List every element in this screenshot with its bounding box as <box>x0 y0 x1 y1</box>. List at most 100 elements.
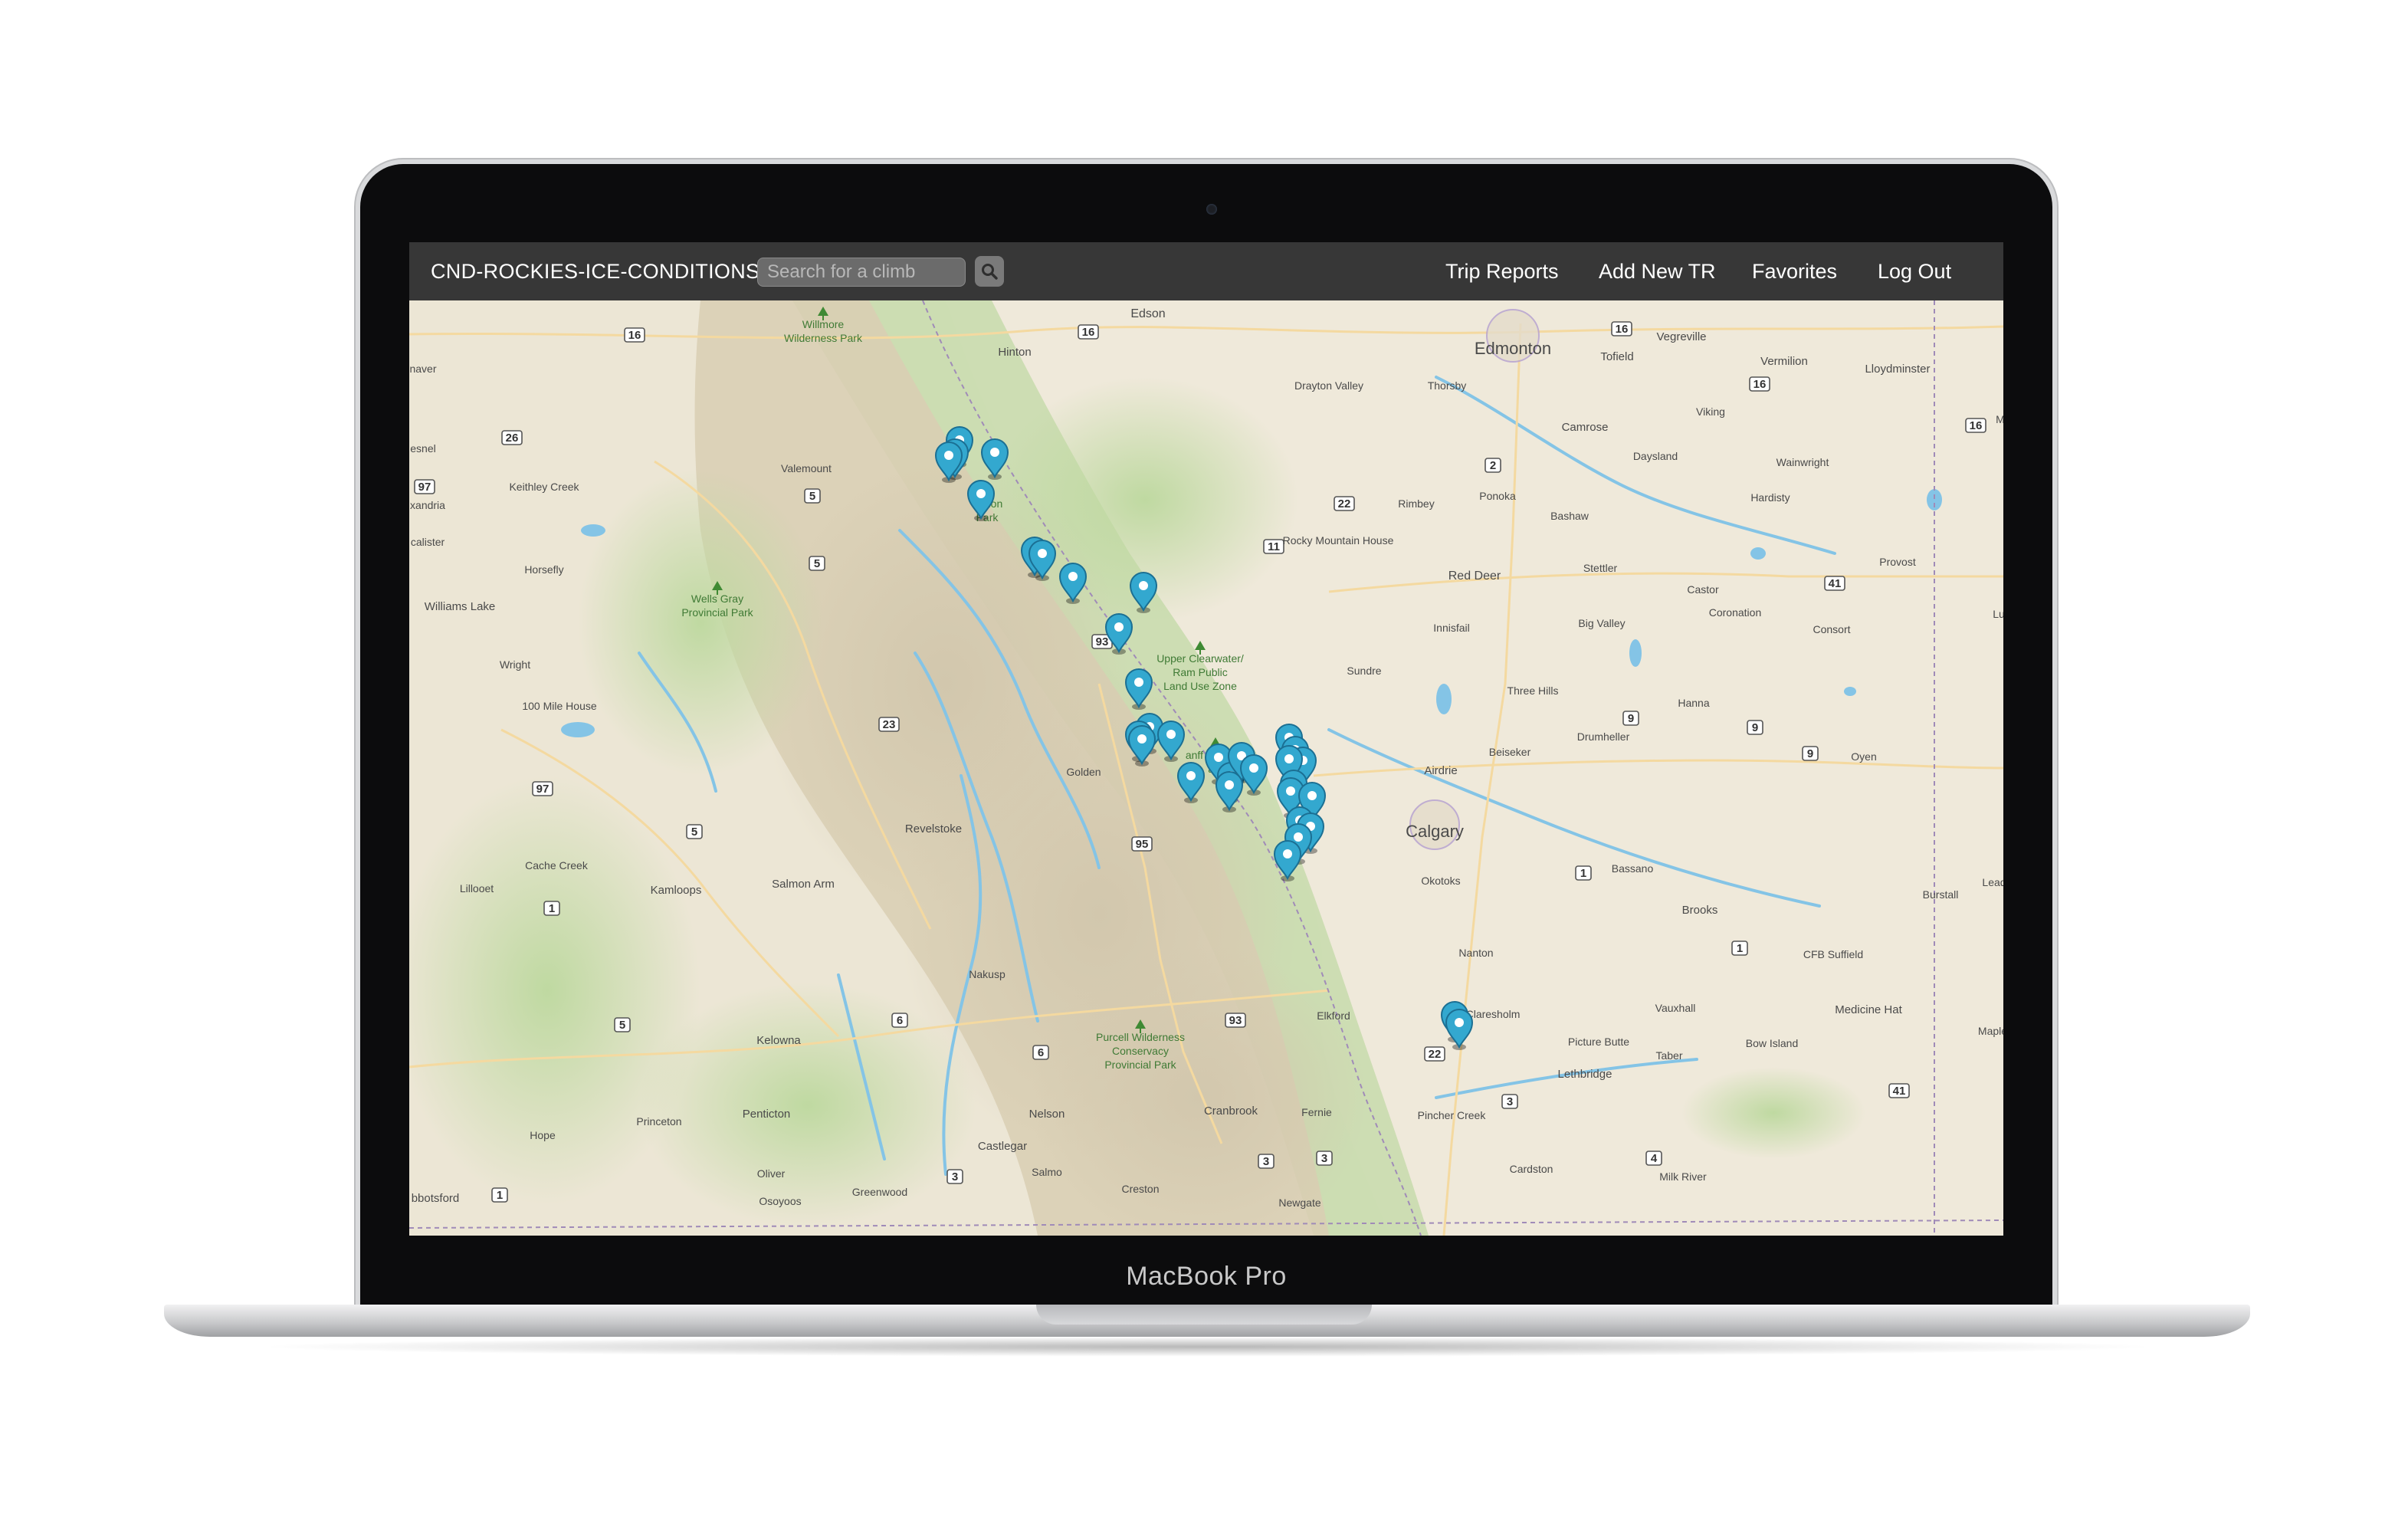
park-label-purcell: Provincial Park <box>1104 1059 1176 1071</box>
place-label-pincher-creek: Pincher Creek <box>1418 1109 1487 1121</box>
place-label-wright: Wright <box>500 658 530 671</box>
highway-number: 9 <box>1752 721 1758 734</box>
highway-number: 4 <box>1651 1152 1658 1165</box>
place-label-provost: Provost <box>1879 556 1916 568</box>
search-icon <box>982 264 998 280</box>
place-label-rimbey: Rimbey <box>1398 497 1434 510</box>
highway-number: 1 <box>549 902 555 915</box>
park-label-clearwater: Upper Clearwater/ <box>1156 652 1244 665</box>
place-label-bassano: Bassano <box>1612 862 1654 875</box>
place-label-golden: Golden <box>1066 766 1101 778</box>
place-label-rocky-mountain-house: Rocky Mountain House <box>1283 534 1394 547</box>
place-label-sundre: Sundre <box>1347 665 1381 677</box>
place-label-horsefly: Horsefly <box>524 563 563 576</box>
place-label-picture-butte: Picture Butte <box>1568 1036 1629 1048</box>
place-label-newgate: Newgate <box>1278 1197 1320 1209</box>
map-canvas[interactable]: 16 16 16 16 16 26 97 5 5 2 22 11 41 93 23 9 9 9 97 5 95 1 1 1 6 6… <box>409 300 2003 1236</box>
highway-number: 16 <box>628 329 641 342</box>
place-label-maple: Maple <box>1978 1025 2003 1037</box>
place-label-esnel: esnel <box>410 442 435 455</box>
place-label-naver: naver <box>409 363 436 375</box>
highway-number: 2 <box>1490 459 1496 472</box>
highway-number: 95 <box>1136 838 1149 851</box>
laptop-notch <box>1036 1305 1372 1325</box>
nav-favorites[interactable]: Favorites <box>1752 242 1837 300</box>
search-input[interactable] <box>757 258 966 287</box>
place-label-salmo: Salmo <box>1032 1166 1062 1178</box>
device-brand-label: MacBook Pro <box>1126 1262 1287 1291</box>
place-label-nanton: Nanton <box>1458 947 1493 959</box>
park-label-willmore: Wilderness Park <box>784 332 863 344</box>
place-label-lethbridge: Lethbridge <box>1558 1068 1612 1081</box>
place-label-valemount: Valemount <box>781 462 832 474</box>
place-label-hanna: Hanna <box>1678 697 1709 709</box>
highway-number: 41 <box>1893 1085 1906 1098</box>
place-label-revelstoke: Revelstoke <box>905 822 962 835</box>
place-label-viking: Viking <box>1696 405 1725 418</box>
highway-number: 16 <box>1082 326 1095 339</box>
place-label-nelson: Nelson <box>1029 1108 1065 1121</box>
place-label-greenwood: Greenwood <box>852 1186 907 1198</box>
place-label-beiseker: Beiseker <box>1489 746 1531 758</box>
place-label-daysland: Daysland <box>1633 450 1678 462</box>
park-label-purcell: Conservacy <box>1112 1045 1169 1057</box>
place-label-edson: Edson <box>1130 307 1165 320</box>
place-label-brooks: Brooks <box>1682 904 1718 917</box>
place-label-xandria: xandria <box>410 499 445 511</box>
highway-number: 97 <box>418 481 431 494</box>
place-label-nakusp: Nakusp <box>969 968 1006 980</box>
place-label-castor: Castor <box>1687 583 1719 596</box>
place-label-bow-island: Bow Island <box>1746 1037 1798 1049</box>
park-label-clearwater: Ram Public <box>1173 666 1228 678</box>
place-label-calgary: Calgary <box>1406 822 1464 841</box>
highway-number: 5 <box>809 490 815 503</box>
highway-number: 16 <box>1616 323 1629 336</box>
place-label-penticton: Penticton <box>743 1108 791 1121</box>
highway-number: 9 <box>1628 712 1634 725</box>
highway-number: 3 <box>1321 1152 1327 1165</box>
highway-number: 16 <box>1970 419 1983 432</box>
highway-number: 5 <box>619 1019 625 1032</box>
place-label-cranbrook: Cranbrook <box>1204 1105 1258 1118</box>
place-label-bashaw: Bashaw <box>1550 510 1589 522</box>
park-label-willmore: Willmore <box>802 318 845 330</box>
app-brand[interactable]: CND-ROCKIES-ICE-CONDITIONS <box>431 242 759 300</box>
place-label-lead: Lead <box>1982 876 2003 888</box>
place-label-vegreville: Vegreville <box>1656 330 1706 343</box>
place-label-thorsby: Thorsby <box>1428 379 1467 392</box>
place-label-burstall: Burstall <box>1923 888 1959 901</box>
place-label-tofield: Tofield <box>1600 350 1633 363</box>
place-label-elkford: Elkford <box>1317 1009 1350 1022</box>
webcam <box>1206 204 1217 215</box>
highway-number: 3 <box>1263 1155 1269 1168</box>
app-screen: CND-ROCKIES-ICE-CONDITIONS Trip Reports … <box>409 242 2003 1236</box>
nav-add-new-tr[interactable]: Add New TR <box>1599 242 1716 300</box>
highway-number: 1 <box>1737 942 1743 955</box>
place-label-creston: Creston <box>1121 1183 1159 1195</box>
place-label-oyen: Oyen <box>1851 750 1876 763</box>
place-label-okotoks: Okotoks <box>1421 875 1460 887</box>
place-label-calister: calister <box>411 536 445 548</box>
place-label-vermilion: Vermilion <box>1760 355 1808 368</box>
place-label-claresholm: Claresholm <box>1466 1008 1521 1020</box>
place-label-abbotsford: bbotsford <box>412 1192 460 1205</box>
place-label-m: M <box>1996 413 2003 425</box>
place-label-hardisty: Hardisty <box>1750 491 1790 504</box>
park-label-wells_gray: Provincial Park <box>681 606 753 619</box>
search-button[interactable] <box>975 256 1004 287</box>
highway-number: 1 <box>1580 867 1586 880</box>
highway-number: 1 <box>497 1189 503 1202</box>
place-label-lloydminster: Lloydminster <box>1865 363 1930 376</box>
navbar: CND-ROCKIES-ICE-CONDITIONS Trip Reports … <box>409 242 2003 300</box>
place-label-innisfail: Innisfail <box>1433 622 1469 634</box>
highway-number: 23 <box>883 718 896 731</box>
highway-number: 22 <box>1429 1048 1442 1061</box>
park-label-clearwater: Land Use Zone <box>1163 680 1237 692</box>
nav-trip-reports[interactable]: Trip Reports <box>1445 242 1559 300</box>
place-label-castlegar: Castlegar <box>978 1140 1027 1153</box>
highway-number: 3 <box>1507 1095 1513 1108</box>
place-label-wainwright: Wainwright <box>1776 456 1829 468</box>
highway-number: 9 <box>1807 747 1813 760</box>
place-label-milk-river: Milk River <box>1659 1170 1707 1183</box>
nav-log-out[interactable]: Log Out <box>1878 242 1951 300</box>
